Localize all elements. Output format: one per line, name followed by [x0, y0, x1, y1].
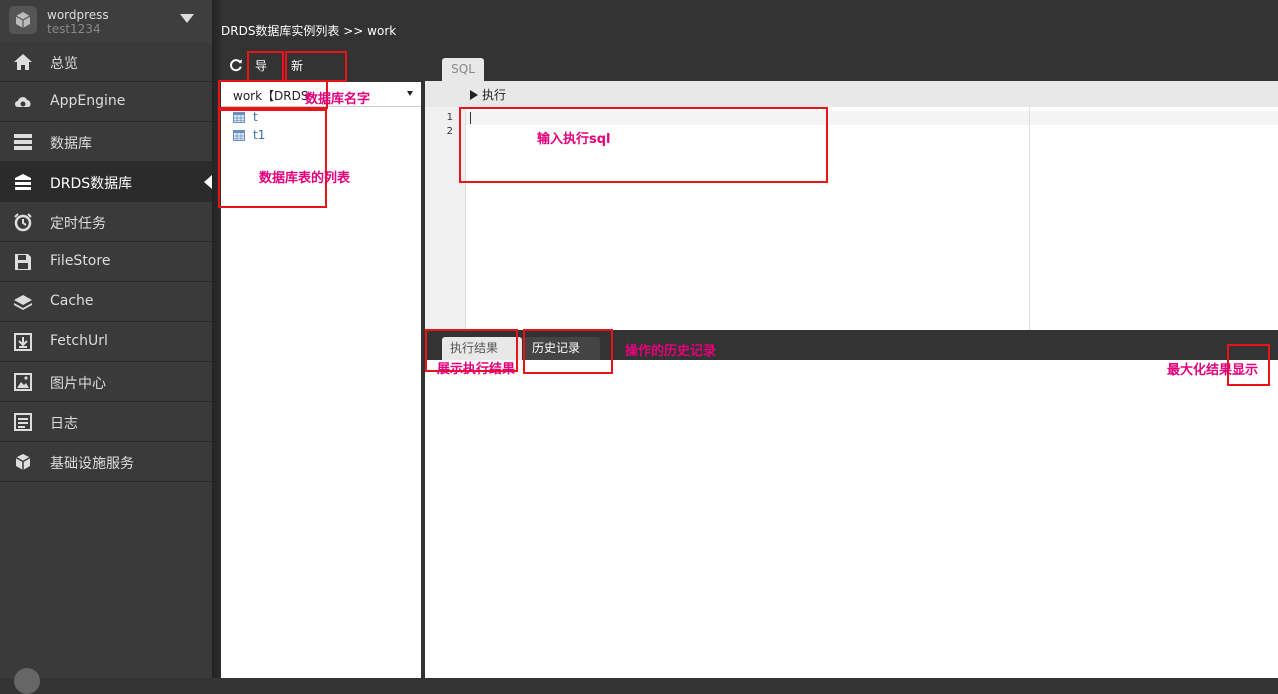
sidebar-item-cache[interactable]: Cache — [0, 282, 212, 322]
sidebar-item-label: 图片中心 — [50, 376, 106, 392]
sidebar-item-logs[interactable]: 日志 — [0, 402, 212, 442]
line-number: 2 — [446, 126, 453, 137]
app-logo — [9, 6, 37, 34]
sidebar-item-overview[interactable]: 总览 — [0, 42, 212, 82]
sidebar-item-label: DRDS数据库 — [50, 176, 133, 192]
sidebar-item-image-center[interactable]: 图片中心 — [0, 362, 212, 402]
sidebar-item-label: 基础设施服务 — [50, 456, 134, 472]
sidebar-item-label: Cache — [50, 293, 94, 309]
dropdown-arrow-icon — [407, 91, 413, 96]
app-switcher[interactable]: wordpress test1234 — [0, 0, 212, 43]
drds-database-icon — [15, 174, 31, 190]
refresh-icon[interactable] — [229, 58, 243, 72]
play-icon — [470, 90, 478, 100]
annotation-maximize: 最大化结果显示 — [1167, 363, 1259, 378]
avatar[interactable] — [14, 668, 40, 694]
editor-toolbar: 执行 — [425, 81, 1278, 107]
download-icon — [14, 333, 32, 351]
sidebar-item-label: FileStore — [50, 253, 111, 269]
database-icon — [14, 134, 32, 150]
save-disk-icon — [15, 254, 31, 270]
sidebar-item-label: 数据库 — [50, 136, 92, 152]
log-list-icon — [14, 413, 32, 431]
execute-label: 执行 — [482, 88, 507, 102]
annotation-box-new-table — [285, 51, 347, 82]
sidebar-item-drds[interactable]: DRDS数据库 — [0, 162, 212, 202]
sidebar-item-label: FetchUrl — [50, 333, 108, 349]
image-center-icon — [14, 373, 32, 391]
annotation-input-sql: 输入执行sql — [537, 132, 611, 147]
sidebar-item-infrastructure[interactable]: 基础设施服务 — [0, 442, 212, 482]
chevron-down-icon[interactable] — [180, 14, 194, 23]
annotation-box-import — [247, 51, 284, 82]
sidebar: wordpress test1234 总览 AppEngine 数据库 DRDS… — [0, 0, 221, 694]
annotation-box-sql-input — [459, 107, 828, 183]
breadcrumb: DRDS数据库实例列表 >> work — [221, 24, 397, 38]
sidebar-item-label: 定时任务 — [50, 216, 106, 232]
home-icon — [14, 54, 32, 70]
main-area: DRDS数据库实例列表 >> work 导入 新建表 work【DRDS t t… — [221, 0, 1278, 678]
sidebar-nav: 总览 AppEngine 数据库 DRDS数据库 定时任务 FileStore … — [0, 42, 212, 482]
sidebar-item-label: AppEngine — [50, 93, 126, 109]
alarm-clock-icon — [14, 213, 32, 232]
line-number: 1 — [446, 112, 453, 123]
annotation-box-table-list — [218, 109, 327, 208]
cube-icon — [15, 12, 31, 28]
active-pointer — [204, 175, 212, 189]
sidebar-item-cron[interactable]: 定时任务 — [0, 202, 212, 242]
sidebar-item-label: 总览 — [50, 56, 78, 72]
cache-layers-icon — [14, 295, 32, 310]
sidebar-item-filestore[interactable]: FileStore — [0, 242, 212, 282]
cubes-icon — [15, 454, 31, 470]
app-user: test1234 — [47, 22, 101, 36]
annotation-show-result: 展示执行结果 — [437, 362, 516, 377]
sidebar-item-fetchurl[interactable]: FetchUrl — [0, 322, 212, 362]
annotation-db-name: 数据库名字 — [305, 92, 371, 107]
sidebar-item-appengine[interactable]: AppEngine — [0, 82, 212, 122]
app-name: wordpress — [47, 8, 109, 22]
execute-button[interactable]: 执行 — [470, 86, 506, 103]
tab-sql[interactable]: SQL — [442, 58, 484, 81]
annotation-box-history — [523, 329, 613, 374]
annotation-history: 操作的历史记录 — [625, 344, 717, 359]
sidebar-item-database[interactable]: 数据库 — [0, 122, 212, 162]
cloud-gear-icon — [15, 97, 31, 107]
result-panel — [425, 360, 1278, 678]
sidebar-item-label: 日志 — [50, 416, 78, 432]
annotation-table-list: 数据库表的列表 — [259, 171, 351, 186]
